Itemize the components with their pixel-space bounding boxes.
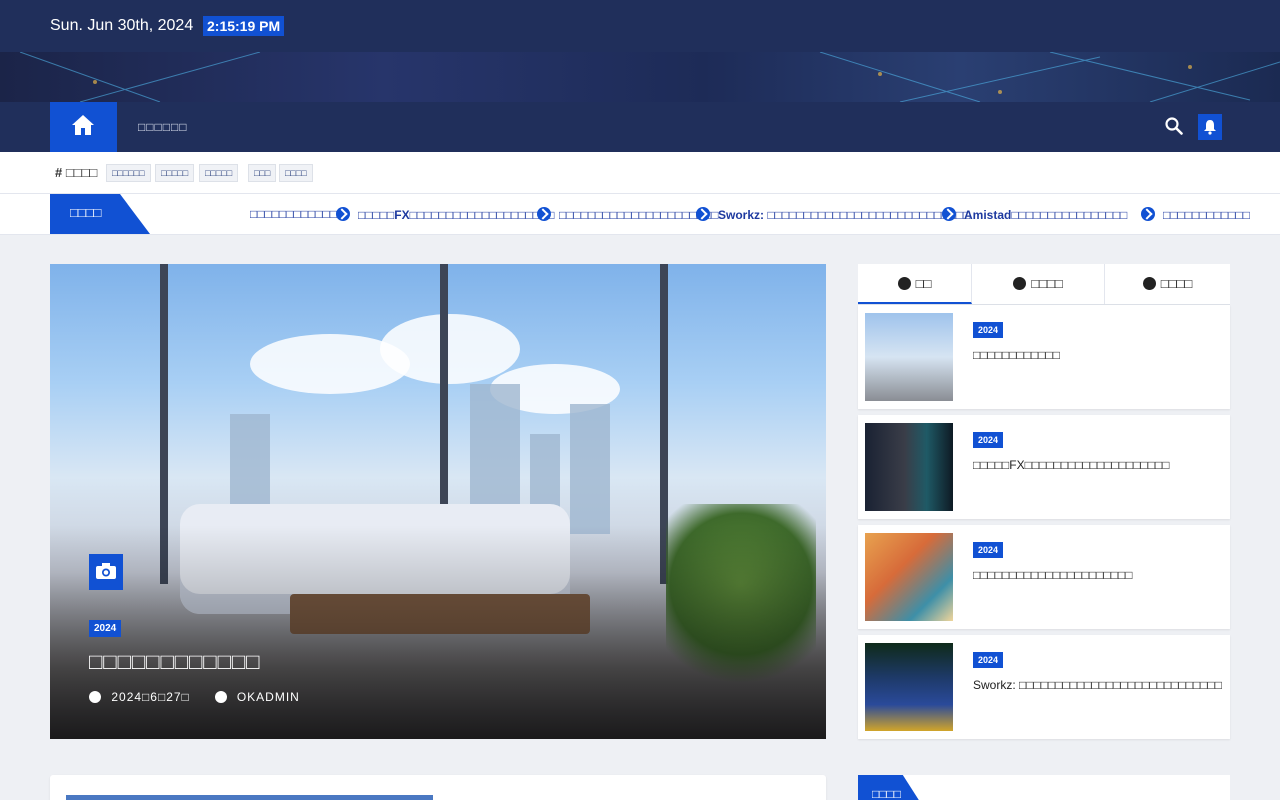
category-badge[interactable]: 2024 (89, 620, 122, 637)
arrow-right-icon (537, 207, 551, 221)
sidebar-post[interactable]: 2024 Sworkz: □□□□□□□□□□□□□□□□□□□□□□□□□□□… (858, 635, 1230, 739)
ticker-link[interactable]: □□□□□□□□□□□□□□□□□□□□□□ (537, 207, 718, 222)
post-title[interactable]: Sworkz: □□□□□□□□□□□□□□□□□□□□□□□□□□□□ (973, 678, 1223, 692)
fire-icon (1013, 277, 1027, 290)
sidebar-post[interactable]: 2024 □□□□□□□□□□□□□□□□□□□□□□ (858, 525, 1230, 629)
news-ticker: □□□□ □□□□□□□□□□□□ □□□□□FX□□□□□□□□□□□□□□□… (0, 194, 1280, 235)
featured-post-title[interactable]: □□□□□□□□□□□□ (89, 649, 260, 675)
ticker-label: □□□□ (50, 194, 150, 234)
top-bar: Sun. Jun 30th, 2024 2:15:19 PM (0, 0, 1280, 52)
tab-popular[interactable]: □□□□ (972, 264, 1105, 304)
bell-icon (1204, 120, 1216, 135)
clock-icon (89, 690, 101, 703)
header-banner (0, 52, 1280, 102)
sidebar-tabs: □□ □□□□ □□□□ (858, 264, 1230, 305)
arrow-right-icon (942, 207, 956, 221)
tag-link[interactable]: □□□□□□ (106, 164, 151, 182)
category-badge[interactable]: 2024 (973, 322, 1004, 338)
post-thumbnail[interactable] (865, 643, 953, 731)
post-title[interactable]: □□□□□FX□□□□□□□□□□□□□□□□□□□□ (973, 458, 1223, 472)
search-icon[interactable] (1165, 117, 1183, 135)
post-thumbnail[interactable] (865, 313, 953, 401)
main-navbar: □□□□□□ (0, 102, 1280, 152)
post-thumbnail[interactable] (66, 795, 433, 800)
tags-title: □□□□ (65, 165, 98, 180)
widget-heading-text: □□□□ (872, 787, 901, 800)
tag-link[interactable]: □□□ (248, 164, 277, 182)
category-badge[interactable]: 2024 (973, 432, 1004, 448)
widget-heading: □□□□ (858, 775, 922, 800)
post-author[interactable]: OKADMIN (237, 690, 300, 704)
post-title[interactable]: □□□□□□□□□□□□ (973, 348, 1223, 362)
sidebar-widget: □□□□ (858, 775, 1230, 800)
ticker-link[interactable]: □□□□□□□□□□□□ (1141, 207, 1250, 222)
featured-post[interactable]: 2024 □□□□□□□□□□□□ 2024□6□27□ OKADMIN (50, 264, 826, 739)
camera-button[interactable] (89, 554, 123, 590)
tag-link[interactable]: □□□□ (279, 164, 313, 182)
ticker-link[interactable]: □□□□□FX□□□□□□□□□□□□□□□□□□□□ (336, 207, 555, 222)
post-card[interactable] (50, 775, 826, 800)
post-thumbnail[interactable] (865, 423, 953, 511)
tags-heading: # □□□□ (55, 165, 97, 180)
current-time: 2:15:19 PM (203, 16, 285, 36)
notification-button[interactable] (1198, 114, 1222, 140)
post-date[interactable]: 2024□6□27□ (111, 690, 189, 704)
tag-bar: # □□□□ □□□□□□ □□□□□ □□□□□ □□□ □□□□ (0, 152, 1280, 194)
sidebar-post[interactable]: 2024 □□□□□□□□□□□□ (858, 305, 1230, 409)
tag-link[interactable]: □□□□□ (155, 164, 195, 182)
user-icon (214, 690, 227, 703)
post-meta: 2024□6□27□ OKADMIN (89, 689, 300, 704)
ticker-link[interactable]: Sworkz: □□□□□□□□□□□□□□□□□□□□□□□□□□□□ (696, 207, 970, 222)
tag-link[interactable]: □□□□□ (199, 164, 239, 182)
hashtag-icon: # (55, 165, 63, 180)
ticker-label-text: □□□□ (70, 205, 102, 220)
tab-latest[interactable]: □□ (858, 264, 972, 304)
camera-icon (96, 563, 116, 579)
category-badge[interactable]: 2024 (973, 652, 1004, 668)
home-icon (72, 115, 94, 135)
category-badge[interactable]: 2024 (973, 542, 1004, 558)
arrow-right-icon (696, 207, 710, 221)
banner-network-art (19, 52, 1280, 102)
sidebar-post[interactable]: 2024 □□□□□FX□□□□□□□□□□□□□□□□□□□□ (858, 415, 1230, 519)
home-button[interactable] (50, 102, 117, 152)
current-date: Sun. Jun 30th, 2024 (50, 17, 194, 34)
post-title[interactable]: □□□□□□□□□□□□□□□□□□□□□□ (973, 568, 1223, 582)
arrow-right-icon (336, 207, 350, 221)
bolt-icon (1142, 277, 1156, 290)
post-thumbnail[interactable] (865, 533, 953, 621)
clock-icon (897, 277, 911, 290)
arrow-right-icon (1141, 207, 1155, 221)
ticker-link[interactable]: Amistad□□□□□□□□□□□□□□□□ (942, 207, 1127, 222)
tab-trending[interactable]: □□□□ (1105, 264, 1230, 304)
nav-menu-item[interactable]: □□□□□□ (138, 120, 188, 134)
ticker-link[interactable]: □□□□□□□□□□□□ (250, 207, 337, 221)
